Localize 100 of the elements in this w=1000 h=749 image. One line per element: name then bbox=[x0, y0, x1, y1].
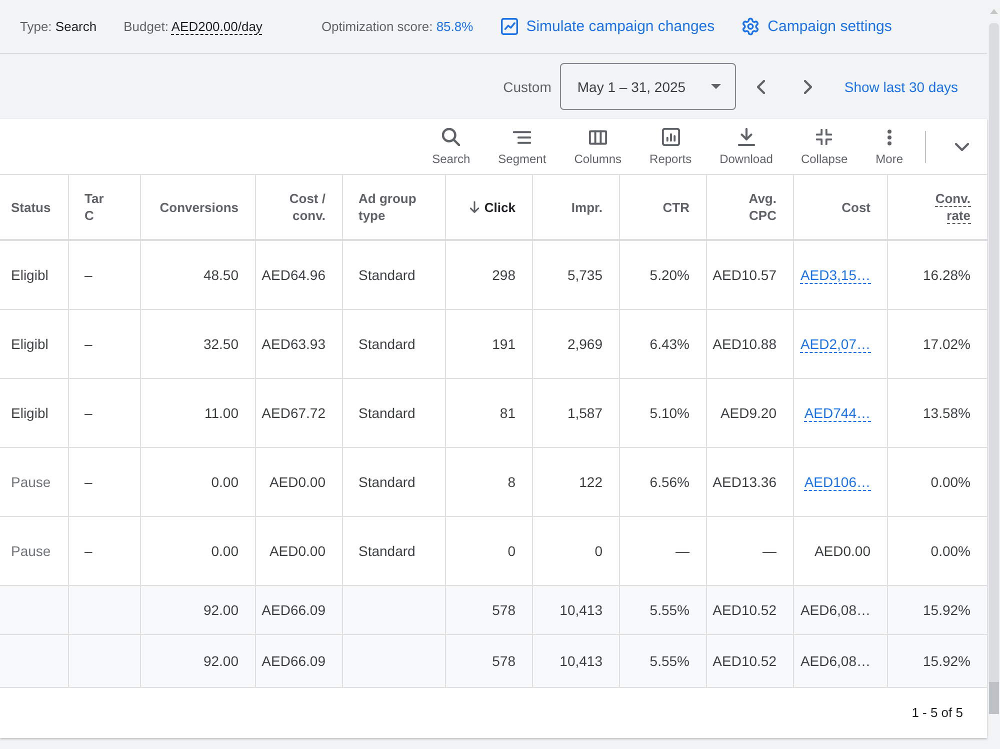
table-cell: AED13.36 bbox=[706, 447, 793, 516]
optimization-score-text: Optimization score: 85.8% bbox=[321, 19, 474, 34]
table-cell: 0.00% bbox=[887, 516, 987, 585]
column-header[interactable]: Click bbox=[445, 175, 532, 240]
bar-chart-icon bbox=[662, 128, 680, 146]
status-cell: Eligibl bbox=[0, 309, 68, 378]
table-cell: 5,735 bbox=[532, 240, 619, 309]
table-cell: 8 bbox=[445, 447, 532, 516]
table-cell: 10,413 bbox=[532, 634, 619, 687]
status-cell: Pause bbox=[0, 447, 68, 516]
table-cell: AED0.00 bbox=[255, 516, 342, 585]
caret-down-icon bbox=[711, 84, 722, 89]
column-header[interactable]: Impr. bbox=[532, 175, 619, 240]
table-cell: AED67.72 bbox=[255, 378, 342, 447]
table-cell: – bbox=[68, 240, 140, 309]
table-cell: 92.00 bbox=[140, 634, 255, 687]
status-cell: Pause bbox=[0, 516, 68, 585]
status-cell: Eligibl bbox=[0, 378, 68, 447]
table-cell: 122 bbox=[532, 447, 619, 516]
table-cell: AED0.00 bbox=[255, 447, 342, 516]
table-cell: AED10.52 bbox=[706, 634, 793, 687]
settings-link[interactable]: Campaign settings bbox=[740, 17, 892, 36]
table-cell: 81 bbox=[445, 378, 532, 447]
table-cell: AED66.09 bbox=[255, 634, 342, 687]
column-header[interactable]: Avg. CPC bbox=[706, 175, 793, 240]
status-cell: Eligibl bbox=[0, 240, 68, 309]
collapse-icon bbox=[816, 129, 832, 145]
column-header[interactable]: Conversions bbox=[140, 175, 255, 240]
column-header[interactable]: Tar C bbox=[68, 175, 140, 240]
column-header[interactable]: Ad group type bbox=[342, 175, 445, 240]
column-header[interactable]: Cost / conv. bbox=[255, 175, 342, 240]
column-header[interactable]: Conv. rate bbox=[887, 175, 987, 240]
table-cell: 5.10% bbox=[619, 378, 706, 447]
table-cell: 92.00 bbox=[140, 585, 255, 634]
table-cell: 578 bbox=[445, 585, 532, 634]
table-cell: Standard bbox=[342, 240, 445, 309]
table-cell: 11.00 bbox=[140, 378, 255, 447]
cost-link[interactable]: AED744… bbox=[804, 404, 870, 422]
table-cell: 0.00 bbox=[140, 447, 255, 516]
table-cell: 13.58% bbox=[887, 378, 987, 447]
columns-button[interactable]: Columns bbox=[567, 125, 629, 168]
table-cell: – bbox=[68, 378, 140, 447]
table-cell: 5.55% bbox=[619, 634, 706, 687]
table-cell: 15.92% bbox=[887, 634, 987, 687]
table-cell: — bbox=[706, 516, 793, 585]
pagination-text: 1 - 5 of 5 bbox=[912, 705, 963, 720]
table-cell: AED64.96 bbox=[255, 240, 342, 309]
download-button[interactable]: Download bbox=[712, 125, 780, 168]
table-cell: 6.56% bbox=[619, 447, 706, 516]
table-cell: 0.00 bbox=[140, 516, 255, 585]
table-cell: AED10.88 bbox=[706, 309, 793, 378]
table-cell: 0 bbox=[532, 516, 619, 585]
campaign-type-text: Type: Search bbox=[20, 19, 97, 34]
date-shortcut-link[interactable]: Show last 30 days bbox=[844, 78, 958, 94]
chevron-left-icon bbox=[757, 80, 766, 94]
table-cell: AED9.20 bbox=[706, 378, 793, 447]
simulate-link[interactable]: Simulate campaign changes bbox=[501, 18, 715, 35]
sort-arrow-icon bbox=[470, 201, 480, 213]
table-cell: — bbox=[619, 516, 706, 585]
table-cell: 10,413 bbox=[532, 585, 619, 634]
table-cell: AED10.57 bbox=[706, 240, 793, 309]
column-header[interactable]: Status bbox=[0, 175, 68, 240]
more-button[interactable]: More bbox=[868, 125, 910, 168]
column-header[interactable]: Cost bbox=[793, 175, 887, 240]
table-cell: AED6,08… bbox=[793, 585, 887, 634]
download-icon bbox=[738, 128, 755, 146]
chevron-right-icon bbox=[804, 80, 812, 94]
cost-link[interactable]: AED3,15… bbox=[800, 266, 870, 284]
table-cell: 32.50 bbox=[140, 309, 255, 378]
cost-link[interactable]: AED106… bbox=[804, 474, 870, 490]
table-cell: 298 bbox=[445, 240, 532, 309]
date-range-label: Custom bbox=[503, 78, 552, 94]
table-cell: AED63.93 bbox=[255, 309, 342, 378]
collapse-button[interactable]: Collapse bbox=[794, 125, 855, 168]
table-cell: AED6,08… bbox=[793, 634, 887, 687]
table-cell: 2,969 bbox=[532, 309, 619, 378]
table-cell: – bbox=[68, 309, 140, 378]
reports-button[interactable]: Reports bbox=[642, 125, 699, 168]
settings-icon bbox=[740, 17, 760, 36]
table-cell: 16.28% bbox=[887, 240, 987, 309]
segment-button[interactable]: Segment bbox=[491, 125, 554, 168]
budget-text: Budget: AED200.00/day bbox=[124, 19, 262, 34]
cost-link[interactable]: AED2,07… bbox=[800, 336, 870, 352]
search-icon bbox=[442, 128, 460, 146]
table-cell: – bbox=[68, 516, 140, 585]
chevron-down-icon bbox=[955, 142, 969, 150]
table-cell: 5.55% bbox=[619, 585, 706, 634]
table-cell: AED66.09 bbox=[255, 585, 342, 634]
scrollbar-marker[interactable] bbox=[988, 682, 998, 714]
columns-icon bbox=[588, 130, 607, 144]
table-cell: 6.43% bbox=[619, 309, 706, 378]
lines-icon bbox=[513, 130, 532, 144]
table-cell: 15.92% bbox=[887, 585, 987, 634]
search-button[interactable]: Search bbox=[425, 125, 478, 168]
column-header[interactable]: CTR bbox=[619, 175, 706, 240]
table-cell: Standard bbox=[342, 447, 445, 516]
date-range-dropdown[interactable]: May 1 – 31, 2025 bbox=[560, 63, 736, 110]
table-cell: 1,587 bbox=[532, 378, 619, 447]
scrollbar-thumb[interactable] bbox=[988, 23, 998, 682]
table-cell: 578 bbox=[445, 634, 532, 687]
